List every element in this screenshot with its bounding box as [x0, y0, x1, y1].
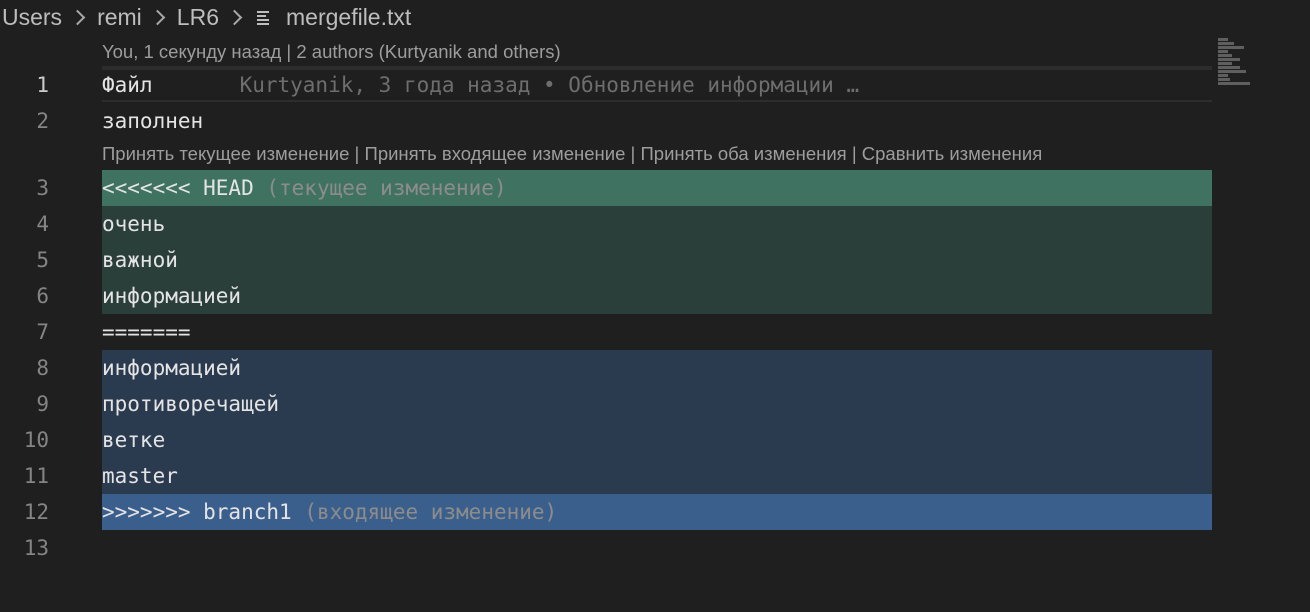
code-line-2[interactable]: 2 заполнен — [0, 103, 1212, 139]
line-number: 7 — [36, 320, 49, 344]
line-text: важной — [102, 248, 178, 272]
line-content[interactable]: информацией — [102, 350, 1212, 386]
line-text: ======= — [102, 320, 191, 344]
accept-current-change-button[interactable]: Принять текущее изменение — [102, 143, 349, 164]
inline-blame: Kurtyanik, 3 года назад • Обновление инф… — [239, 73, 860, 97]
code-line-3[interactable]: 3 <<<<<<< HEAD (текущее изменение) — [0, 170, 1212, 206]
code-line-11[interactable]: 11 master — [0, 458, 1212, 494]
line-text: заполнен — [102, 109, 204, 133]
chevron-right-icon — [69, 9, 86, 25]
conflict-current-marker[interactable]: <<<<<<< HEAD (текущее изменение) — [102, 170, 1212, 206]
codelens-separator: | — [625, 143, 641, 164]
chevron-right-icon — [226, 9, 243, 25]
line-number: 2 — [36, 109, 49, 133]
line-text: <<<<<<< HEAD — [102, 176, 254, 200]
compare-changes-button[interactable]: Сравнить изменения — [862, 143, 1042, 164]
incoming-change-hint: (входящее изменение) — [304, 500, 558, 524]
code-line-13[interactable]: 13 — [0, 530, 1212, 566]
merge-conflict-actions: Принять текущее изменение | Принять вход… — [102, 142, 1042, 166]
line-text: информацией — [102, 356, 242, 380]
line-content[interactable]: противоречащей — [102, 386, 1212, 422]
line-text: >>>>>>> branch1 — [102, 500, 292, 524]
code-line-10[interactable]: 10 ветке — [0, 422, 1212, 458]
line-number: 5 — [36, 248, 49, 272]
accept-both-changes-button[interactable]: Принять оба изменения — [640, 143, 846, 164]
conflict-separator[interactable]: ======= — [102, 314, 1212, 350]
breadcrumb-item-lr6[interactable]: LR6 — [177, 4, 219, 31]
line-number: 13 — [23, 536, 49, 560]
code-line-1[interactable]: 1 Файл Kurtyanik, 3 года назад • Обновлен… — [0, 67, 1212, 103]
line-text: master — [102, 464, 178, 488]
line-number: 1 — [36, 73, 49, 97]
line-content[interactable]: ветке — [102, 422, 1212, 458]
breadcrumb-item-remi[interactable]: remi — [97, 4, 142, 31]
line-text: противоречащей — [102, 392, 280, 416]
line-content[interactable]: master — [102, 458, 1212, 494]
line-number: 9 — [36, 392, 49, 416]
line-content[interactable] — [102, 530, 1212, 566]
current-change-hint: (текущее изменение) — [266, 176, 507, 200]
line-content[interactable]: заполнен — [102, 103, 1212, 139]
code-line-4[interactable]: 4 очень — [0, 206, 1212, 242]
line-number: 4 — [36, 212, 49, 236]
codelens-separator: | — [846, 143, 862, 164]
line-content[interactable]: очень — [102, 206, 1212, 242]
breadcrumb-item-file[interactable]: mergefile.txt — [286, 4, 411, 31]
accept-incoming-change-button[interactable]: Принять входящее изменение — [365, 143, 626, 164]
line-text: ветке — [102, 428, 166, 452]
code-line-9[interactable]: 9 противоречащей — [0, 386, 1212, 422]
line-content[interactable]: важной — [102, 242, 1212, 278]
line-text: Файл — [102, 73, 153, 97]
line-number: 12 — [23, 500, 49, 524]
minimap[interactable] — [1218, 38, 1254, 90]
line-number: 3 — [36, 176, 49, 200]
code-line-6[interactable]: 6 информацией — [0, 278, 1212, 314]
codelens-separator: | — [349, 143, 365, 164]
blame-header[interactable]: You, 1 секунду назад | 2 authors (Kurtya… — [102, 40, 561, 64]
line-number: 11 — [23, 464, 49, 488]
breadcrumb-item-users[interactable]: Users — [2, 4, 62, 31]
line-number: 8 — [36, 356, 49, 380]
code-line-8[interactable]: 8 информацией — [0, 350, 1212, 386]
conflict-incoming-marker[interactable]: >>>>>>> branch1 (входящее изменение) — [102, 494, 1212, 530]
line-number: 10 — [23, 428, 49, 452]
code-line-12[interactable]: 12 >>>>>>> branch1 (входящее изменение) — [0, 494, 1212, 530]
code-line-5[interactable]: 5 важной — [0, 242, 1212, 278]
line-content[interactable]: информацией — [102, 278, 1212, 314]
code-line-7[interactable]: 7 ======= — [0, 314, 1212, 350]
chevron-right-icon — [149, 9, 166, 25]
line-text: информацией — [102, 284, 242, 308]
text-file-icon — [256, 9, 272, 25]
line-text: очень — [102, 212, 166, 236]
line-number: 6 — [36, 284, 49, 308]
breadcrumb: Users remi LR6 mergefile.txt — [2, 0, 411, 34]
line-content[interactable]: Файл Kurtyanik, 3 года назад • Обновление… — [102, 67, 1212, 103]
